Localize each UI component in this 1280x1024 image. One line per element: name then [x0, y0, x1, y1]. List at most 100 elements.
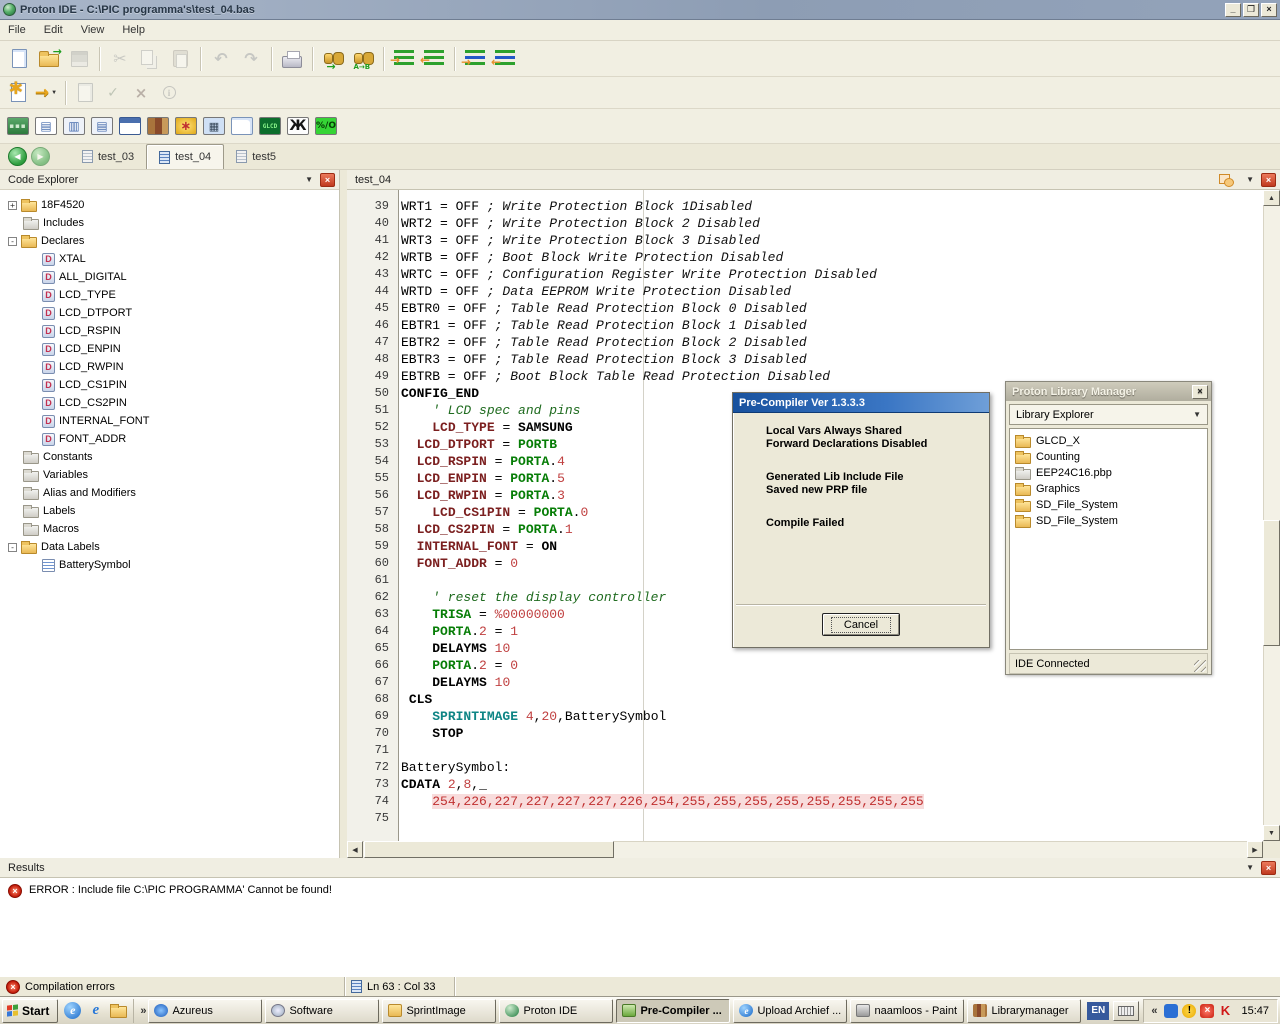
tree-item-lcd_enpin[interactable]: DLCD_ENPIN: [2, 340, 339, 358]
code-line[interactable]: 254,226,227,227,227,227,226,254,255,255,…: [401, 793, 1263, 810]
tree-item-variables[interactable]: Variables: [2, 466, 339, 484]
editor-close-icon[interactable]: ×: [1261, 173, 1276, 187]
code-line[interactable]: WRT3 = OFF ; Write Protection Block 3 Di…: [401, 232, 1263, 249]
library-item-sd_file_system[interactable]: SD_File_System: [1010, 497, 1207, 513]
scroll-up-icon[interactable]: ▲: [1263, 190, 1280, 206]
tree-item-font_addr[interactable]: DFONT_ADDR: [2, 430, 339, 448]
outdent-button[interactable]: [419, 45, 449, 73]
quick-launch-folder-icon[interactable]: [110, 1006, 127, 1018]
code-line[interactable]: EBTR2 = OFF ; Table Read Protection Bloc…: [401, 334, 1263, 351]
tree-item-lcd_type[interactable]: DLCD_TYPE: [2, 286, 339, 304]
cancel-button[interactable]: Cancel: [822, 613, 900, 636]
code-line[interactable]: WRT1 = OFF ; Write Protection Block 1Dis…: [401, 198, 1263, 215]
tree-item-lcd_rwpin[interactable]: DLCD_RWPIN: [2, 358, 339, 376]
editor-vertical-scrollbar[interactable]: ▲ ▼: [1263, 190, 1280, 841]
taskbar-button-librarymanager[interactable]: Librarymanager: [967, 999, 1081, 1023]
security-alert-icon[interactable]: ×: [1200, 1004, 1214, 1018]
tree-item-alias-and-modifiers[interactable]: Alias and Modifiers: [2, 484, 339, 502]
library-item-counting[interactable]: Counting: [1010, 449, 1207, 465]
tree-item-constants[interactable]: Constants: [2, 448, 339, 466]
taskbar-button-software[interactable]: Software: [265, 999, 379, 1023]
keyboard-layout-button[interactable]: [1113, 1001, 1139, 1021]
library-books-button[interactable]: [144, 113, 172, 139]
tray-chevron-icon[interactable]: «: [1149, 1005, 1159, 1017]
open-file-button[interactable]: [34, 45, 64, 73]
taskbar-button-proton-ide[interactable]: Proton IDE: [499, 999, 613, 1023]
restore-button[interactable]: ❐: [1243, 3, 1259, 17]
tree-item-data-labels[interactable]: -Data Labels: [2, 538, 339, 556]
tree-item-lcd_rspin[interactable]: DLCD_RSPIN: [2, 322, 339, 340]
menu-file[interactable]: File: [8, 24, 26, 36]
replace-button[interactable]: [348, 45, 378, 73]
scroll-right-icon[interactable]: ▶: [1247, 841, 1263, 858]
cascade-windows-icon[interactable]: [1219, 174, 1233, 186]
taskbar-button-pre-compiler-[interactable]: Pre-Compiler ...: [616, 999, 730, 1023]
code-line[interactable]: DELAYMS 10: [401, 674, 1263, 691]
percent-display-button[interactable]: %/O: [312, 113, 340, 139]
code-line[interactable]: CDATA 2,8,_: [401, 776, 1263, 793]
menu-view[interactable]: View: [81, 24, 105, 36]
tree-item-includes[interactable]: Includes: [2, 214, 339, 232]
resize-grip[interactable]: [1194, 660, 1206, 672]
tree-item-labels[interactable]: Labels: [2, 502, 339, 520]
horizontal-scroll-thumb[interactable]: [364, 841, 614, 858]
new-file-button[interactable]: [4, 45, 34, 73]
uncomment-block-button[interactable]: [490, 45, 520, 73]
details-view-button[interactable]: ▤: [32, 113, 60, 139]
update-alert-icon[interactable]: !: [1182, 1004, 1196, 1018]
pcb-board-button[interactable]: ▪▪▪: [4, 113, 32, 139]
code-line[interactable]: SPRINTIMAGE 4,20,BatterySymbol: [401, 708, 1263, 725]
results-menu-icon[interactable]: ▼: [1239, 863, 1261, 872]
scroll-down-icon[interactable]: ▼: [1263, 825, 1280, 841]
glcd-display-button[interactable]: GLCD: [256, 113, 284, 139]
library-explorer-dropdown[interactable]: Library Explorer ▼: [1009, 404, 1208, 425]
tree-item-all_digital[interactable]: DALL_DIGITAL: [2, 268, 339, 286]
vertical-scroll-thumb[interactable]: [1263, 520, 1280, 646]
editor-menu-icon[interactable]: ▼: [1239, 175, 1261, 184]
duplicate-page-button[interactable]: ▤: [88, 113, 116, 139]
code-line[interactable]: [401, 810, 1263, 827]
tree-item-declares[interactable]: -Declares: [2, 232, 339, 250]
taskbar-button-upload-archief-[interactable]: eUpload Archief ...: [733, 999, 847, 1023]
tree-item-macros[interactable]: Macros: [2, 520, 339, 538]
quick-launch-browser-icon[interactable]: e: [87, 1002, 104, 1019]
library-item-sd_file_system[interactable]: SD_File_System: [1010, 513, 1207, 529]
results-close-icon[interactable]: ×: [1261, 861, 1276, 875]
close-button[interactable]: ×: [1261, 3, 1277, 17]
bug-spider-button[interactable]: Ж: [284, 113, 312, 139]
code-line[interactable]: WRTC = OFF ; Configuration Register Writ…: [401, 266, 1263, 283]
tree-item-lcd_cs1pin[interactable]: DLCD_CS1PIN: [2, 376, 339, 394]
code-explorer-menu-icon[interactable]: ▼: [298, 175, 320, 184]
tab-test_04[interactable]: test_04: [146, 144, 224, 169]
code-line[interactable]: EBTR3 = OFF ; Table Read Protection Bloc…: [401, 351, 1263, 368]
print-button[interactable]: [277, 45, 307, 73]
library-item-graphics[interactable]: Graphics: [1010, 481, 1207, 497]
nav-forward-button[interactable]: ▶: [31, 147, 50, 166]
tree-item-xtal[interactable]: DXTAL: [2, 250, 339, 268]
panel-splitter[interactable]: [340, 170, 347, 858]
find-button[interactable]: [318, 45, 348, 73]
quick-launch-overflow-icon[interactable]: »: [138, 1005, 148, 1017]
kaspersky-icon[interactable]: K: [1218, 1004, 1232, 1018]
language-indicator[interactable]: EN: [1087, 1002, 1109, 1020]
tab-test_03[interactable]: test_03: [70, 144, 146, 169]
comment-block-button[interactable]: [460, 45, 490, 73]
tree-item-lcd_dtport[interactable]: DLCD_DTPORT: [2, 304, 339, 322]
code-line[interactable]: STOP: [401, 725, 1263, 742]
start-button[interactable]: Start: [2, 999, 58, 1023]
library-item-glcd_x[interactable]: GLCD_X: [1010, 433, 1207, 449]
copy-pages-button[interactable]: ▥: [60, 113, 88, 139]
tree-item-18f4520[interactable]: +18F4520: [2, 196, 339, 214]
collapse-icon[interactable]: -: [8, 543, 17, 552]
taskbar-button-naamloos-paint[interactable]: naamloos - Paint: [850, 999, 964, 1023]
calculator-button[interactable]: ▦: [200, 113, 228, 139]
code-line[interactable]: BatterySymbol:: [401, 759, 1263, 776]
tab-test5[interactable]: test5: [224, 144, 288, 169]
code-explorer-close-icon[interactable]: ×: [320, 173, 335, 187]
code-line[interactable]: WRTD = OFF ; Data EEPROM Write Protectio…: [401, 283, 1263, 300]
code-line[interactable]: WRTB = OFF ; Boot Block Write Protection…: [401, 249, 1263, 266]
azureus-tray-icon[interactable]: [1164, 1004, 1178, 1018]
compile-button[interactable]: [4, 80, 32, 106]
library-item-eep24c16.pbp[interactable]: EEP24C16.pbp: [1010, 465, 1207, 481]
library-manager-close-icon[interactable]: ×: [1192, 385, 1208, 399]
